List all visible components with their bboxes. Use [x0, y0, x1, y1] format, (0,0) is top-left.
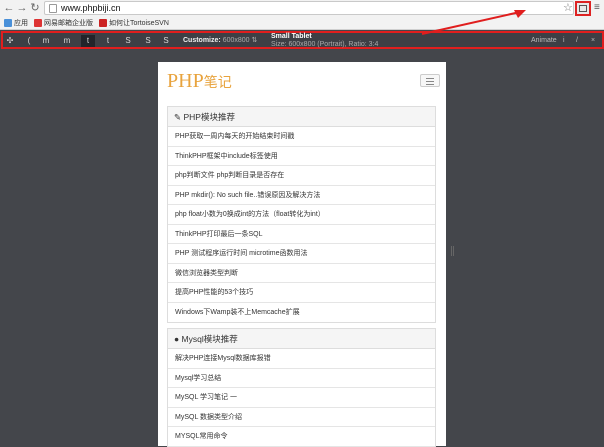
device-button[interactable]: S [143, 35, 153, 47]
device-button-active[interactable]: t [81, 35, 95, 47]
device-button[interactable]: S [161, 35, 171, 47]
help-icon[interactable]: / [576, 35, 578, 47]
rotate-icon[interactable]: ✣ [5, 35, 15, 47]
resize-handle-icon[interactable] [451, 246, 454, 256]
responsive-extension-icon[interactable] [575, 1, 591, 16]
bookmark-netease[interactable]: 网易邮箱企业版 [34, 18, 93, 28]
mail-icon [34, 19, 42, 27]
device-name: Small Tablet [271, 33, 312, 40]
bookmark-label: 应用 [14, 20, 28, 27]
list-item[interactable]: MySQL 学习笔记 一 [168, 388, 435, 408]
menu-icon[interactable]: ≡ [594, 3, 600, 13]
panel-title: Mysql模块推荐 [181, 334, 238, 344]
panel-header: ✎ PHP模块推荐 [168, 107, 435, 127]
list-item[interactable]: PHP获取一周内每天的开始结束时间戳 [168, 127, 435, 147]
circle-icon: ● [174, 334, 180, 344]
list-item[interactable]: ThinkPHP打印最后一条SQL [168, 225, 435, 244]
list-item[interactable]: 微信浏览器类型判断 [168, 264, 435, 283]
list-item[interactable]: 提高PHP性能的53个技巧 [168, 283, 435, 303]
page-icon [49, 4, 57, 13]
list-item[interactable]: Mysql学习总结 [168, 369, 435, 388]
php-panel: ✎ PHP模块推荐 PHP获取一周内每天的开始结束时间戳 ThinkPHP框架中… [167, 106, 436, 323]
panel-header: ● Mysql模块推荐 [168, 329, 435, 349]
forward-icon[interactable]: → [16, 2, 28, 14]
back-icon[interactable]: ← [3, 2, 15, 14]
list-item[interactable]: php判断文件 php判断目录是否存在 [168, 166, 435, 186]
device-button[interactable]: m [41, 35, 51, 47]
list-item[interactable]: MYSQL常用命令 [168, 427, 435, 447]
site-logo[interactable]: PHP笔记 [167, 70, 232, 93]
bookmark-apps[interactable]: 应用 [4, 18, 28, 28]
device-button[interactable]: t [103, 35, 113, 47]
bookmark-c-icon [99, 19, 107, 27]
list-item[interactable]: Windows下Wamp装不上Memcache扩展 [168, 303, 435, 323]
list-item[interactable]: php float小数为0换成int的方法（float转化为int） [168, 205, 435, 225]
customize-value[interactable]: 600x800 [223, 37, 250, 44]
apps-icon [4, 19, 12, 27]
bookmark-label: 如何让TortoiseSVN [109, 20, 169, 27]
list-item[interactable]: ThinkPHP框架中include标签使用 [168, 147, 435, 166]
customize-size[interactable]: Customize: 600x800 ⇅ [183, 35, 257, 47]
animate-button[interactable]: Animate [531, 35, 557, 47]
customize-label: Customize: [183, 37, 221, 44]
device-info: Small Tablet Size: 600x800 (Portrait), R… [271, 33, 378, 49]
device-button[interactable]: ( [24, 35, 34, 47]
emulated-viewport: PHP笔记 ✎ PHP模块推荐 PHP获取一周内每天的开始结束时间戳 Think… [158, 62, 446, 447]
close-toolbar-icon[interactable]: × [591, 35, 595, 47]
pencil-icon: ✎ [174, 112, 182, 122]
bookmark-star-icon[interactable]: ☆ [563, 1, 573, 15]
device-size: Size: 600x800 (Portrait), Ratio: 3:4 [271, 41, 379, 48]
list-item[interactable]: PHP mkdir(): No such file..错误原因及解决方法 [168, 186, 435, 205]
list-item[interactable]: PHP 测试程序运行时间 microtime函数用法 [168, 244, 435, 264]
device-button[interactable]: m [61, 35, 73, 47]
device-button[interactable]: S [123, 35, 133, 47]
bookmark-label: 网易邮箱企业版 [44, 20, 93, 27]
bookmark-tortoisesvn[interactable]: 如何让TortoiseSVN [99, 18, 169, 28]
list-item[interactable]: MySQL 数据类型介绍 [168, 408, 435, 427]
logo-cn-text: 笔记 [203, 75, 232, 91]
swap-icon[interactable]: ⇅ [252, 37, 258, 44]
bookmarks-bar: 应用 网易邮箱企业版 如何让TortoiseSVN [4, 17, 169, 29]
url-text[interactable]: www.phpbiji.cn [61, 2, 121, 15]
info-icon[interactable]: i [563, 35, 565, 47]
logo-text: PHP [167, 70, 204, 92]
list-item[interactable]: 解决PHP连接Mysql数据库报错 [168, 349, 435, 369]
reload-icon[interactable]: ↻ [29, 2, 41, 14]
panel-title: PHP模块推荐 [183, 112, 235, 122]
hamburger-menu-icon[interactable] [420, 74, 440, 87]
annotation-arrow-icon [421, 10, 526, 35]
mysql-panel: ● Mysql模块推荐 解决PHP连接Mysql数据库报错 Mysql学习总结 … [167, 328, 436, 447]
